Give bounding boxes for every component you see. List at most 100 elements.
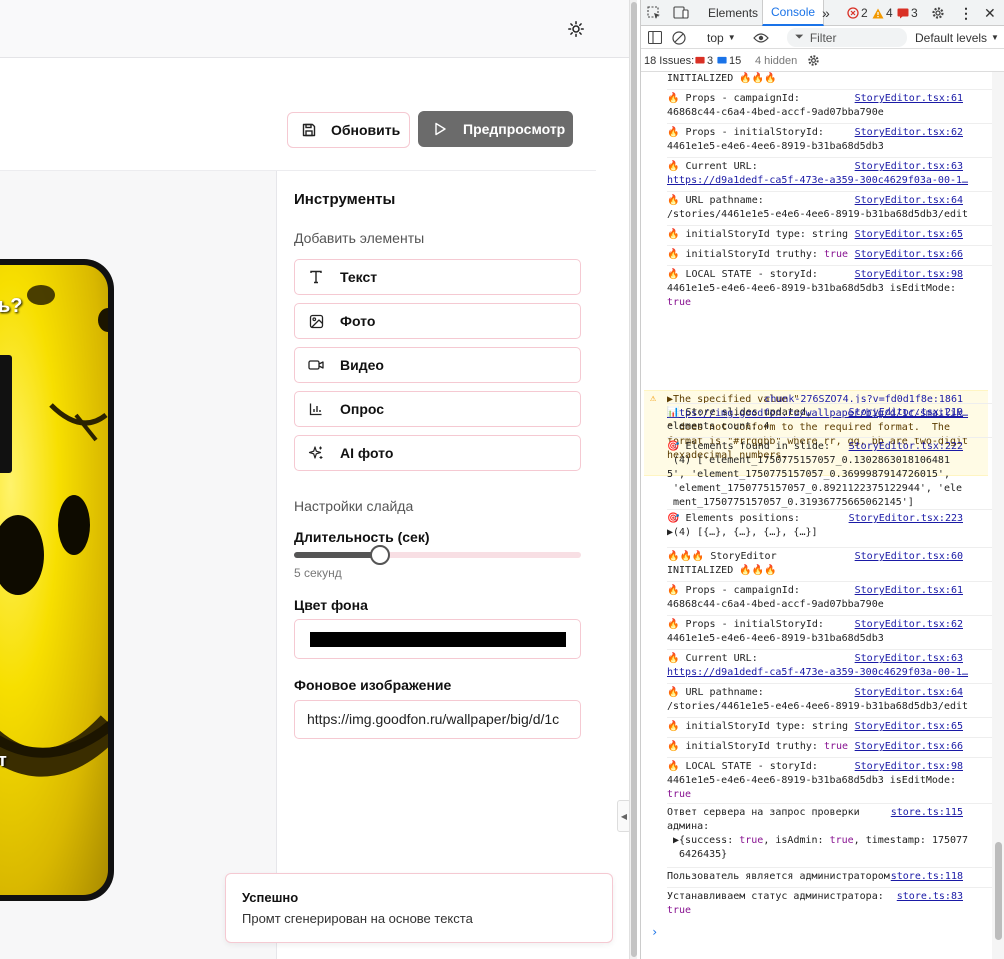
update-button[interactable]: Обновить: [287, 112, 410, 148]
app-scrollbar-thumb[interactable]: [631, 2, 637, 957]
console-source-link[interactable]: StoryEditor.tsx:65: [855, 228, 963, 242]
preview-button[interactable]: Предпросмотр: [418, 111, 573, 147]
console-message: 🔥 Current URL: https://d9a1dedf-ca5f-473…: [667, 160, 969, 186]
top-bar: [0, 0, 631, 58]
slide-preview[interactable]: ь? ст: [0, 265, 108, 895]
console-message: 🔥 initialStoryId truthy: true StoryEditor…: [667, 740, 963, 754]
more-tabs-icon[interactable]: »: [822, 0, 830, 26]
console-message: 🔥 LOCAL STATE - storyId: 4461e1e5-e4e6-4…: [667, 268, 963, 308]
console-source-link[interactable]: StoryEditor.tsx:60: [855, 550, 963, 564]
more-options-icon[interactable]: ⋮: [959, 0, 973, 26]
console-source-link[interactable]: StoryEditor.tsx:63: [855, 652, 963, 666]
console-message: Ответ сервера на запрос проверки админа:…: [667, 806, 969, 860]
add-video-button[interactable]: Видео: [294, 347, 581, 383]
console-separator: [667, 89, 993, 90]
console-prompt[interactable]: ›: [651, 925, 658, 939]
warning-count-badge[interactable]: 4: [872, 0, 893, 26]
duration-slider[interactable]: [294, 545, 581, 565]
success-toast[interactable]: Успешно Промт сгенерирован на основе тек…: [225, 873, 613, 943]
console-source-link[interactable]: StoryEditor.tsx:62: [855, 618, 963, 632]
console-source-link[interactable]: StoryEditor.tsx:62: [855, 126, 963, 140]
console-source-link[interactable]: StoryEditor.tsx:64: [855, 194, 963, 208]
console-separator: [667, 191, 993, 192]
console-source-link[interactable]: StoryEditor.tsx:66: [855, 740, 963, 754]
settings-gear-icon[interactable]: [931, 0, 945, 26]
console-source-link[interactable]: StoryEditor.tsx:61: [855, 584, 963, 598]
filter-icon: ⏷: [795, 31, 804, 43]
console-source-link[interactable]: store.ts:83: [897, 890, 963, 904]
console-source-link[interactable]: StoryEditor.tsx:223: [849, 512, 963, 526]
add-ai-photo-button[interactable]: AI фото: [294, 435, 581, 471]
console-source-link[interactable]: StoryEditor.tsx:222: [849, 440, 963, 454]
console-source-link[interactable]: StoryEditor.tsx:63: [855, 160, 963, 174]
console-filter-input[interactable]: ⏷ Filter: [787, 28, 907, 47]
slide-bottom-text[interactable]: ст: [0, 750, 7, 771]
console-message: 🎯 Elements positions: ▶(4) [{…}, {…}, {……: [667, 512, 963, 538]
console-source-link[interactable]: chunk-276SZO74.js?v=fd0d1f8e:1861: [764, 393, 963, 407]
smiley-background-image: [0, 285, 108, 777]
slide-heading-text[interactable]: ь?: [0, 295, 23, 318]
console-source-link[interactable]: StoryEditor.tsx:64: [855, 686, 963, 700]
console-source-link[interactable]: store.ts:118: [891, 870, 963, 884]
console-separator: [667, 509, 993, 510]
issues-label: 18 Issues:: [644, 54, 695, 67]
log-levels-dropdown[interactable]: Default levels ▼: [915, 26, 999, 49]
update-button-label: Обновить: [331, 122, 401, 138]
console-message: 🔥 initialStoryId type: string StoryEditor…: [667, 228, 963, 242]
tab-elements[interactable]: Elements: [708, 0, 758, 26]
console-toolbar: top ▼ ⏷ Filter Default levels ▼: [641, 26, 1004, 49]
console-separator: [667, 123, 993, 124]
console-source-link[interactable]: StoryEditor.tsx:98: [855, 268, 963, 282]
console-separator: [667, 717, 993, 718]
issues-info-count: 15: [729, 54, 742, 67]
console-scrollbar[interactable]: [992, 72, 1004, 959]
live-expression-eye-icon[interactable]: [753, 26, 769, 49]
console-source-link[interactable]: store.ts:115: [891, 806, 963, 820]
console-separator: [667, 649, 993, 650]
console-settings-gear-icon[interactable]: [807, 49, 820, 72]
console-source-link[interactable]: StoryEditor.tsx:61: [855, 92, 963, 106]
duration-value: 5 секунд: [294, 566, 342, 580]
video-icon: [308, 358, 324, 372]
theme-toggle-button[interactable]: [565, 18, 587, 40]
add-poll-button[interactable]: Опрос: [294, 391, 581, 427]
duration-slider-thumb[interactable]: [370, 545, 391, 565]
issues-error-count: 3: [707, 54, 714, 67]
console-separator: [667, 547, 993, 548]
chevron-down-icon: ▼: [991, 33, 999, 42]
bg-image-url-input[interactable]: https://img.goodfon.ru/wallpaper/big/d/1…: [294, 700, 581, 739]
console-source-link[interactable]: StoryEditor.tsx:98: [855, 760, 963, 774]
close-icon[interactable]: ✕: [984, 0, 996, 26]
phone-frame: ь? ст: [0, 259, 114, 901]
devtools-panel: Elements Console » 2 4 3 ⋮ ✕ top ▼ ⏷ Fil…: [640, 0, 1004, 959]
save-icon: [301, 122, 317, 138]
console-source-link[interactable]: StoryEditor.tsx:219: [849, 406, 963, 420]
add-video-label: Видео: [340, 357, 384, 373]
console-scrollbar-thumb[interactable]: [995, 842, 1002, 940]
console-separator: [667, 157, 993, 158]
console-message: 🔥🔥🔥 StoryEditor INITIALIZED 🔥🔥🔥 StoryEdit…: [667, 550, 963, 576]
sidebar-toggle-icon[interactable]: [648, 26, 662, 49]
error-count-badge[interactable]: 2: [847, 0, 868, 26]
app-scrollbar[interactable]: [629, 0, 637, 959]
warning-count: 4: [886, 6, 893, 20]
inspect-element-icon[interactable]: [647, 0, 661, 26]
tab-console[interactable]: Console: [762, 0, 825, 26]
context-selector[interactable]: top ▼: [707, 26, 736, 49]
issues-count-badge[interactable]: 3: [897, 0, 918, 26]
console-source-link[interactable]: StoryEditor.tsx:66: [855, 248, 963, 262]
add-text-button[interactable]: Текст: [294, 259, 581, 295]
bg-color-input[interactable]: [294, 619, 581, 659]
issues-bar: 18 Issues: 3 15 4 hidden: [641, 49, 1004, 72]
console-log-area[interactable]: INITIALIZED 🔥🔥🔥 🔥 Props - campaignId: 468…: [641, 72, 993, 959]
device-toolbar-icon[interactable]: [673, 0, 689, 26]
issues-info-link[interactable]: 15: [717, 49, 741, 72]
console-separator: [667, 615, 993, 616]
issues-error-link[interactable]: 3: [695, 49, 713, 72]
console-source-link[interactable]: StoryEditor.tsx:65: [855, 720, 963, 734]
clear-console-icon[interactable]: [672, 26, 686, 49]
console-message: 🔥 URL pathname: /stories/4461e1e5-e4e6-4…: [667, 194, 969, 220]
slide-text-block[interactable]: [0, 355, 12, 473]
add-photo-button[interactable]: Фото: [294, 303, 581, 339]
add-poll-label: Опрос: [340, 401, 385, 417]
